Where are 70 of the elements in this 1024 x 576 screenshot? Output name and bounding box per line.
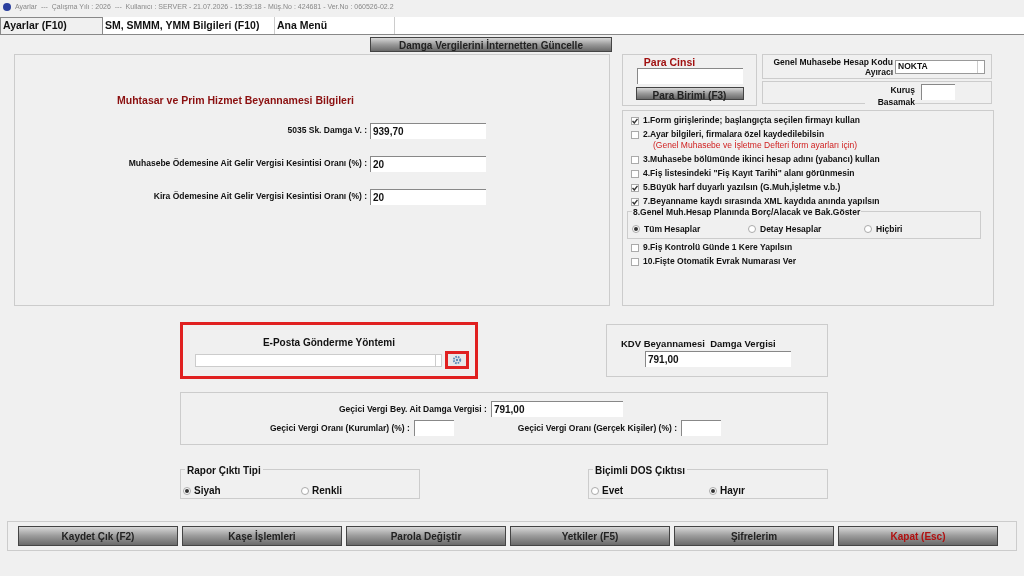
radio[interactable] bbox=[301, 486, 309, 495]
field-label: Geçici Vergi Bey. Ait Damga Vergisi : bbox=[339, 402, 487, 416]
radio-label: Renkli bbox=[312, 484, 342, 498]
section-title: Para Cinsi bbox=[643, 56, 696, 68]
checked-checkbox[interactable] bbox=[631, 183, 639, 192]
tab[interactable]: Ana Menü bbox=[275, 17, 395, 34]
currency-button[interactable]: Para Birimi (F3) bbox=[635, 87, 744, 100]
selected-radio[interactable] bbox=[709, 486, 717, 495]
checkbox[interactable] bbox=[631, 130, 639, 139]
action-button[interactable]: Kaydet Çık (F2) bbox=[18, 526, 178, 546]
tab[interactable]: SM, SMMM, YMM Bilgileri (F10) bbox=[103, 17, 275, 34]
field-label: Kira Ödemesine Ait Gelir Vergisi Kesintisi Oranı (%) : bbox=[152, 190, 368, 204]
action-button[interactable]: Parola Değiştir bbox=[346, 526, 506, 546]
checkbox[interactable] bbox=[631, 243, 639, 252]
dropdown-value: NOKTA bbox=[898, 60, 928, 73]
checkbox[interactable] bbox=[631, 155, 639, 164]
radio-label: Hiçbiri bbox=[876, 222, 903, 236]
radio-label: Siyah bbox=[194, 484, 221, 498]
action-button[interactable]: Şifrelerim bbox=[674, 526, 834, 546]
radio[interactable] bbox=[748, 225, 756, 234]
section-title: E-Posta Gönderme Yöntemi bbox=[262, 336, 396, 350]
input-field[interactable] bbox=[413, 420, 454, 436]
action-button[interactable]: Yetkiler (F5) bbox=[510, 526, 670, 546]
input-field[interactable] bbox=[636, 68, 743, 84]
tab[interactable]: Ayarlar (F10) bbox=[0, 17, 103, 34]
selected-radio[interactable] bbox=[632, 225, 640, 234]
option-note: (Genel Muhasebe ve İşletme Defteri form ayarları için) bbox=[653, 140, 859, 151]
input-field[interactable]: 20 bbox=[370, 155, 486, 172]
group-title: Rapor Çıktı Tipi bbox=[185, 463, 263, 478]
input-field[interactable] bbox=[681, 420, 721, 436]
field-label: Geçici Vergi Oranı (Gerçek Kişiler) (%) : bbox=[517, 421, 677, 435]
radio[interactable] bbox=[591, 486, 599, 495]
settings-icon bbox=[452, 355, 462, 365]
selected-radio[interactable] bbox=[183, 486, 191, 495]
input-field[interactable] bbox=[921, 84, 955, 100]
field-label: Muhasebe Ödemesine Ait Gelir Vergisi Kesintisi Oranı (%) : bbox=[127, 157, 368, 171]
checked-checkbox[interactable] bbox=[631, 197, 639, 206]
radio[interactable] bbox=[864, 225, 872, 234]
field-label: Genel Muhasebe Hesap Kodu Ayıracı bbox=[772, 56, 893, 77]
group-title: Biçimli DOS Çıktısı bbox=[593, 463, 688, 478]
update-button[interactable]: Damga Vergilerini İnternetten Güncelle bbox=[370, 37, 612, 52]
radio-label: Hayır bbox=[720, 484, 745, 498]
input-field[interactable]: 791,00 bbox=[645, 351, 791, 368]
option-label: 3.Muhasebe bölümünde ikinci hesap adını (yabancı) kullan bbox=[643, 154, 880, 165]
option-label: 5.Büyük harf duyarlı yazılsın (G.Muh,İşletme v.b.) bbox=[643, 182, 841, 193]
dropdown[interactable]: NOKTA bbox=[895, 59, 985, 74]
field-label: 5035 Sk. Damga V. : bbox=[286, 124, 368, 138]
field-label: Kuruş Basamak bbox=[865, 84, 915, 108]
checked-checkbox[interactable] bbox=[631, 116, 639, 125]
option-label: 1.Form girişlerinde; başlangıçta seçilen firmayı kullan bbox=[643, 115, 860, 126]
section-title: Muhtasar ve Prim Hizmet Beyannamesi Bilgileri bbox=[117, 93, 355, 108]
input-field[interactable]: 939,70 bbox=[370, 122, 486, 139]
option-label: 4.Fiş listesindeki "Fiş Kayıt Tarihi" alanı görünmesin bbox=[643, 168, 855, 179]
field-label: Geçici Vergi Oranı (Kurumlar) (%) : bbox=[270, 421, 410, 435]
option-label: 7.Beyanname kaydı sırasında XML kaydıda anında yapılsın bbox=[643, 196, 880, 207]
radio-label: Detay Hesaplar bbox=[760, 222, 822, 236]
checkbox[interactable] bbox=[631, 169, 639, 178]
action-button[interactable]: Kaşe İşlemleri bbox=[182, 526, 342, 546]
checkbox[interactable] bbox=[631, 257, 639, 266]
settings-button[interactable] bbox=[445, 351, 469, 369]
group-title: 8.Genel Muh.Hesap Planında Borç/Alacak ve Bak.Göster bbox=[632, 206, 862, 219]
section-title: KDV Beyannamesi Damga Vergisi bbox=[621, 337, 777, 351]
radio-label: Evet bbox=[602, 484, 624, 498]
input-field[interactable]: 791,00 bbox=[490, 401, 623, 417]
option-label: 10.Fişte Otomatik Evrak Numarası Ver bbox=[643, 256, 797, 267]
option-label: 2.Ayar bilgileri, firmalara özel kaydedilebilsin bbox=[643, 129, 825, 140]
radio-label: Tüm Hesaplar bbox=[644, 222, 701, 236]
app-icon bbox=[3, 3, 11, 11]
option-label: 9.Fiş Kontrolü Günde 1 Kere Yapılsın bbox=[643, 242, 793, 253]
input-field[interactable]: 20 bbox=[370, 188, 486, 205]
